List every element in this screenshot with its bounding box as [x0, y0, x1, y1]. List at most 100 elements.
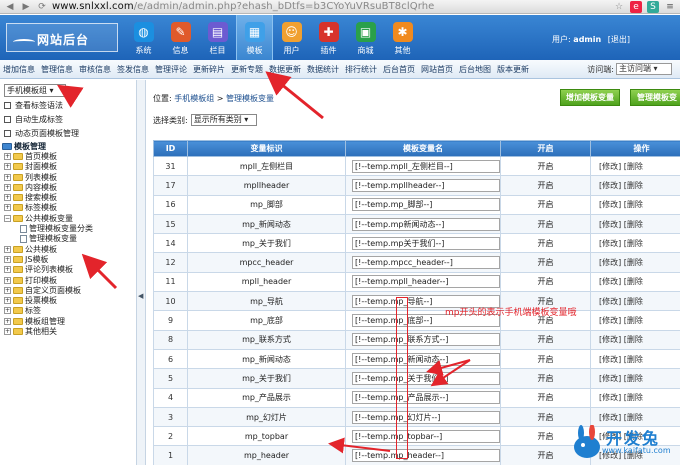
- submenu-item[interactable]: 签发信息: [114, 64, 152, 75]
- breadcrumb-link-vars[interactable]: 管理模板变量: [226, 94, 274, 103]
- tree-item[interactable]: + JS模板: [2, 254, 93, 264]
- submenu-item[interactable]: 审核信息: [76, 64, 114, 75]
- var-name-input[interactable]: [!--temp.mp_关于我们--]: [352, 371, 500, 385]
- var-name-input[interactable]: [!--temp.mp_新闻动态--]: [352, 352, 500, 366]
- row-actions[interactable]: [修改] [删除: [599, 239, 643, 248]
- tree-item[interactable]: + 自定义页面模板: [2, 285, 93, 295]
- row-actions[interactable]: [修改] [删除: [599, 258, 643, 267]
- expand-icon[interactable]: +: [4, 152, 11, 160]
- tree-item[interactable]: − 公共模板变量: [2, 213, 93, 223]
- tree-item[interactable]: + 内容模板: [2, 182, 93, 192]
- tree-item[interactable]: + 公共模板: [2, 244, 93, 254]
- tree-item[interactable]: + 评论列表模板: [2, 265, 93, 275]
- submenu-item[interactable]: 管理信息: [38, 64, 76, 75]
- reload-icon[interactable]: ⟳: [36, 1, 48, 13]
- expand-icon[interactable]: +: [4, 194, 11, 202]
- tree-item[interactable]: + 标签: [2, 306, 93, 316]
- submenu-item[interactable]: 数据更新: [266, 64, 304, 75]
- nav-item-template[interactable]: ▦ 模板: [236, 15, 273, 60]
- submenu-item[interactable]: 更新专题: [228, 64, 266, 75]
- tree-item[interactable]: + 其他相关: [2, 326, 93, 336]
- row-actions[interactable]: [修改] [删除: [599, 220, 643, 229]
- nav-item-globe[interactable]: ◍ 系统: [125, 15, 162, 60]
- var-name-input[interactable]: [!--temp.mp_脚部--]: [352, 198, 500, 212]
- back-arrow-icon[interactable]: ◀: [4, 1, 16, 13]
- collapse-icon[interactable]: −: [4, 214, 11, 222]
- row-actions[interactable]: [修改] [删除: [599, 413, 643, 422]
- submenu-item[interactable]: 增加信息: [0, 64, 38, 75]
- tree-item[interactable]: + 投票模板: [2, 295, 93, 305]
- nav-item-user[interactable]: ☺ 用户: [273, 15, 310, 60]
- nav-item-puzzle[interactable]: ✚ 插件: [310, 15, 347, 60]
- tree-item[interactable]: + 封面模板: [2, 162, 93, 172]
- var-name-input[interactable]: [!--temp.mpll_header--]: [352, 275, 500, 289]
- link-auto-tag[interactable]: 自动生成标签: [4, 114, 63, 125]
- tree-item[interactable]: + 列表模板: [2, 172, 93, 182]
- row-actions[interactable]: [修改] [删除: [599, 200, 643, 209]
- expand-icon[interactable]: +: [4, 204, 11, 212]
- row-actions[interactable]: [修改] [删除: [599, 335, 643, 344]
- tree-item[interactable]: + 打印模板: [2, 275, 93, 285]
- row-actions[interactable]: [修改] [删除: [599, 393, 643, 402]
- forward-arrow-icon[interactable]: ▶: [20, 1, 32, 13]
- var-name-input[interactable]: [!--temp.mp新闻动态--]: [352, 217, 500, 231]
- row-actions[interactable]: [修改] [删除: [599, 277, 643, 286]
- visit-select[interactable]: 主访问端 ▾: [616, 63, 672, 75]
- submenu-item[interactable]: 更新碎片: [190, 64, 228, 75]
- template-group-select[interactable]: 手机模板组 ▾: [4, 84, 66, 97]
- var-name-input[interactable]: [!--temp.mp_幻灯片--]: [352, 410, 500, 424]
- tree-item[interactable]: 管理模板变量: [2, 234, 93, 244]
- expand-icon[interactable]: +: [4, 163, 11, 171]
- expand-icon[interactable]: +: [4, 245, 11, 253]
- expand-icon[interactable]: +: [4, 297, 11, 305]
- submenu-item[interactable]: 网站首页: [418, 64, 456, 75]
- var-name-input[interactable]: [!--temp.mp_header--]: [352, 449, 500, 463]
- sidebar-toggle[interactable]: ◀: [137, 80, 146, 465]
- row-actions[interactable]: [修改] [删除: [599, 316, 643, 325]
- nav-item-shop[interactable]: ▣ 商城: [347, 15, 384, 60]
- menu-icon[interactable]: ≡: [664, 1, 676, 13]
- nav-item-folder[interactable]: ▤ 栏目: [199, 15, 236, 60]
- submenu-item[interactable]: 版本更新: [494, 64, 532, 75]
- link-tag-syntax[interactable]: 查看标签语法: [4, 100, 63, 111]
- tree-item[interactable]: + 标签模板: [2, 203, 93, 213]
- submenu-item[interactable]: 管理评论: [152, 64, 190, 75]
- link-dynamic-template[interactable]: 动态页面模板管理: [4, 128, 79, 139]
- address-bar[interactable]: www.snlxxl.com/e/admin/admin.php?ehash_b…: [52, 1, 434, 12]
- expand-icon[interactable]: +: [4, 266, 11, 274]
- breadcrumb-link-group[interactable]: 手机模板组: [174, 94, 214, 103]
- var-name-input[interactable]: [!--temp.mpcc_header--]: [352, 256, 500, 270]
- tree-item[interactable]: + 首页模板: [2, 151, 93, 161]
- expand-icon[interactable]: +: [4, 183, 11, 191]
- expand-icon[interactable]: +: [4, 173, 11, 181]
- star-icon[interactable]: ☆: [613, 1, 625, 13]
- category-select[interactable]: 显示所有类别 ▾: [190, 114, 257, 126]
- logout-link[interactable]: [退出]: [608, 35, 630, 44]
- tree-item[interactable]: + 模板组管理: [2, 316, 93, 326]
- extension-icon[interactable]: S: [647, 1, 659, 13]
- row-actions[interactable]: [修改] [删除: [599, 181, 643, 190]
- submenu-item[interactable]: 后台首页: [380, 64, 418, 75]
- submenu-item[interactable]: 数据统计: [304, 64, 342, 75]
- expand-icon[interactable]: +: [4, 276, 11, 284]
- var-name-input[interactable]: [!--temp.mp关于我们--]: [352, 236, 500, 250]
- var-name-input[interactable]: [!--temp.mp_联系方式--]: [352, 333, 500, 347]
- expand-icon[interactable]: +: [4, 286, 11, 294]
- manage-template-var-button[interactable]: 管理模板变: [630, 89, 680, 106]
- row-actions[interactable]: [修改] [删除: [599, 162, 643, 171]
- var-name-input[interactable]: [!--temp.mp_产品展示--]: [352, 391, 500, 405]
- expand-icon[interactable]: +: [4, 317, 11, 325]
- expand-icon[interactable]: +: [4, 255, 11, 263]
- row-actions[interactable]: [修改] [删除: [599, 374, 643, 383]
- nav-item-edit[interactable]: ✎ 信息: [162, 15, 199, 60]
- row-actions[interactable]: [修改] [删除: [599, 355, 643, 364]
- add-template-var-button[interactable]: 增加模板变量: [560, 89, 620, 106]
- expand-icon[interactable]: +: [4, 327, 11, 335]
- submenu-item[interactable]: 排行统计: [342, 64, 380, 75]
- tree-item[interactable]: 模板管理: [2, 141, 93, 151]
- extension-icon[interactable]: e: [630, 1, 642, 13]
- tree-item[interactable]: 管理模板变量分类: [2, 223, 93, 233]
- var-name-input[interactable]: [!--temp.mp_topbar--]: [352, 429, 500, 443]
- expand-icon[interactable]: +: [4, 307, 11, 315]
- var-name-input[interactable]: [!--temp.mpllheader--]: [352, 178, 500, 192]
